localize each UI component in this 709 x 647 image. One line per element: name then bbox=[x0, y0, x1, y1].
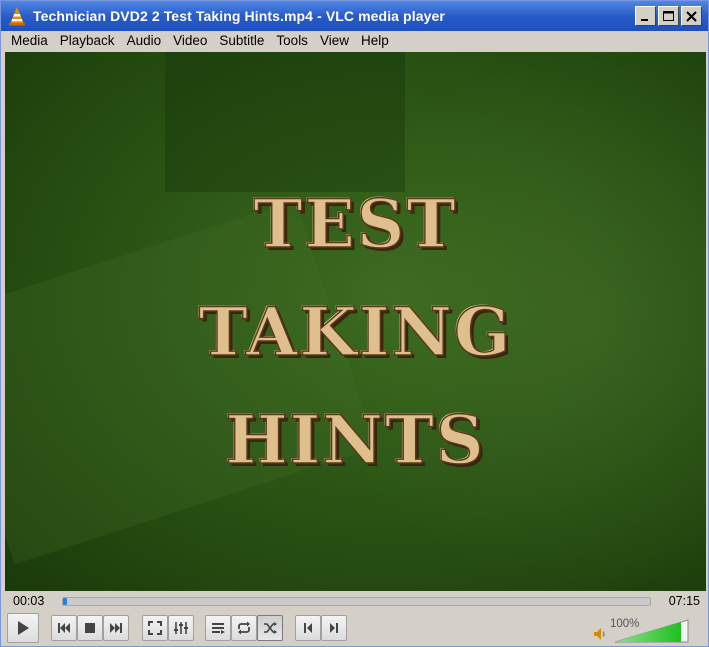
next-button[interactable] bbox=[103, 615, 129, 641]
control-bar: 100% bbox=[1, 613, 708, 645]
menu-view[interactable]: View bbox=[314, 31, 355, 51]
menu-audio[interactable]: Audio bbox=[121, 31, 168, 51]
menu-subtitle[interactable]: Subtitle bbox=[213, 31, 270, 51]
menu-bar: Media Playback Audio Video Subtitle Tool… bbox=[1, 31, 708, 51]
seek-progress bbox=[63, 598, 67, 605]
previous-icon bbox=[58, 623, 70, 633]
menu-tools[interactable]: Tools bbox=[270, 31, 314, 51]
play-button[interactable] bbox=[7, 613, 39, 643]
menu-help[interactable]: Help bbox=[355, 31, 395, 51]
maximize-button[interactable] bbox=[658, 6, 679, 26]
stop-icon bbox=[85, 623, 95, 633]
next-icon bbox=[110, 623, 122, 633]
vlc-window: Technician DVD2 2 Test Taking Hints.mp4 … bbox=[0, 0, 709, 647]
minimize-button[interactable] bbox=[635, 6, 656, 26]
window-title: Technician DVD2 2 Test Taking Hints.mp4 … bbox=[33, 8, 445, 24]
playlist-button[interactable] bbox=[205, 615, 231, 641]
stop-button[interactable] bbox=[77, 615, 103, 641]
seek-row: 00:03 07:15 bbox=[1, 593, 708, 611]
maximize-icon bbox=[663, 10, 674, 21]
extended-settings-icon bbox=[174, 622, 188, 634]
overlay-line-hints: HINTS bbox=[225, 400, 486, 480]
shuffle-button[interactable] bbox=[257, 615, 283, 641]
menu-playback[interactable]: Playback bbox=[54, 31, 121, 51]
volume-slider[interactable] bbox=[615, 619, 689, 643]
elapsed-time[interactable]: 00:03 bbox=[13, 594, 44, 608]
video-title-overlay: TEST TAKING HINTS bbox=[5, 170, 706, 494]
menu-video[interactable]: Video bbox=[167, 31, 213, 51]
loop-button[interactable] bbox=[231, 615, 257, 641]
playlist-icon bbox=[212, 623, 225, 634]
total-time[interactable]: 07:15 bbox=[669, 594, 700, 608]
video-display[interactable]: TEST TAKING HINTS bbox=[5, 52, 706, 591]
fullscreen-icon bbox=[148, 621, 162, 635]
speaker-icon[interactable] bbox=[593, 627, 609, 641]
frame-group bbox=[295, 615, 347, 641]
volume-level bbox=[615, 620, 681, 642]
frame-next-icon bbox=[330, 623, 338, 633]
frame-previous-button[interactable] bbox=[295, 615, 321, 641]
close-button[interactable] bbox=[681, 6, 702, 26]
vlc-cone-icon bbox=[9, 7, 25, 26]
playlist-group bbox=[205, 615, 283, 641]
frame-previous-icon bbox=[304, 623, 312, 633]
frame-next-button[interactable] bbox=[321, 615, 347, 641]
close-icon bbox=[686, 10, 697, 22]
minimize-icon bbox=[641, 18, 648, 21]
previous-button[interactable] bbox=[51, 615, 77, 641]
shuffle-icon bbox=[264, 622, 277, 634]
title-bar[interactable]: Technician DVD2 2 Test Taking Hints.mp4 … bbox=[1, 1, 708, 31]
loop-icon bbox=[238, 621, 250, 635]
extended-settings-button[interactable] bbox=[168, 615, 194, 641]
transport-group bbox=[51, 615, 129, 641]
menu-media[interactable]: Media bbox=[5, 31, 54, 51]
play-icon bbox=[18, 621, 29, 635]
overlay-line-test: TEST bbox=[253, 184, 458, 264]
window-controls bbox=[635, 6, 702, 26]
seek-slider[interactable] bbox=[62, 597, 651, 606]
fullscreen-button[interactable] bbox=[142, 615, 168, 641]
view-group bbox=[142, 615, 194, 641]
overlay-line-taking: TAKING bbox=[198, 292, 513, 372]
